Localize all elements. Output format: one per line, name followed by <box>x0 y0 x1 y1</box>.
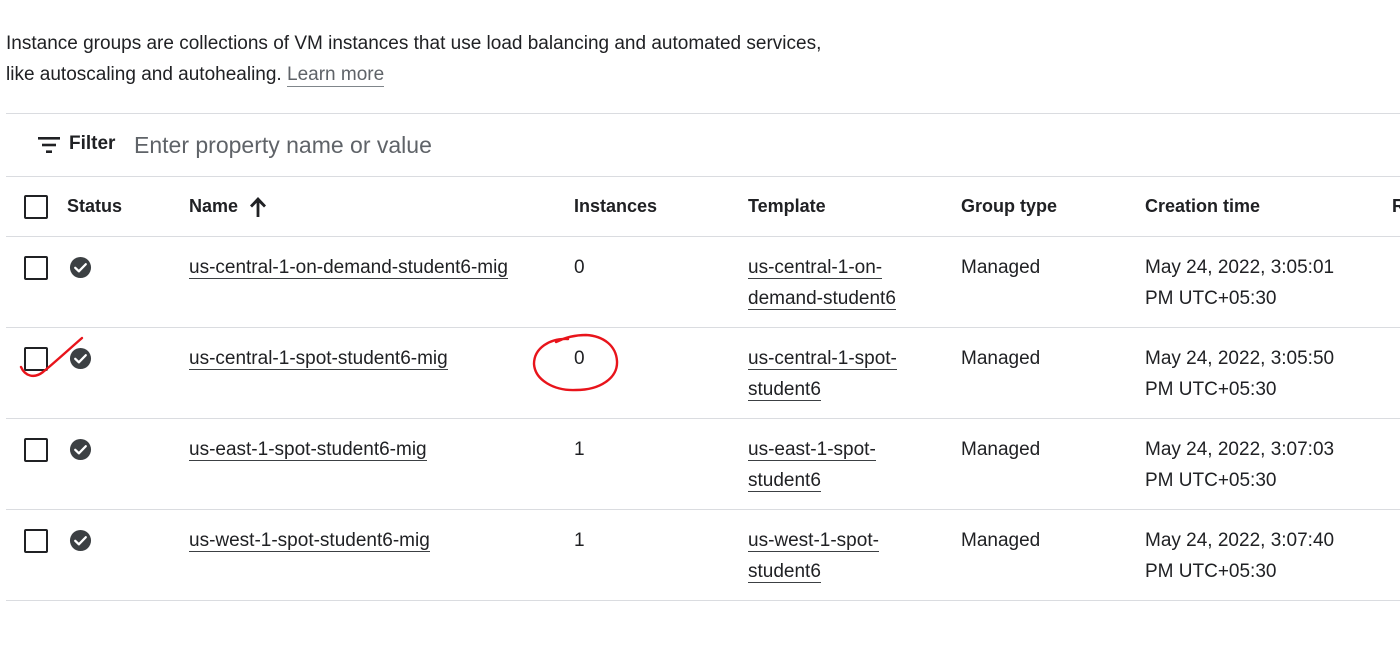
creation-time-time: PM UTC+05:30 <box>1145 288 1277 309</box>
table-row: us-central-1-on-demand-student6-mig 0 us… <box>6 237 1400 328</box>
column-header-name-label: Name <box>189 196 239 216</box>
check-circle-icon <box>69 347 92 370</box>
creation-time-time: PM UTC+05:30 <box>1145 379 1277 400</box>
group-type: Managed <box>961 257 1041 278</box>
table-header: Status Name Instances Template Group typ… <box>6 177 1400 237</box>
instances-count: 1 <box>574 439 585 460</box>
creation-time-date: May 24, 2022, 3:07:40 <box>1145 530 1335 551</box>
instance-group-name-link[interactable]: us-east-1-spot-student6-mig <box>189 439 427 461</box>
creation-time-time: PM UTC+05:30 <box>1145 470 1277 491</box>
template-link[interactable]: us-east-1-spot-student6 <box>748 439 876 492</box>
group-type: Managed <box>961 530 1041 551</box>
template-link-line: demand-student6 <box>748 288 896 309</box>
template-link-line: student6 <box>748 561 821 582</box>
row-checkbox[interactable] <box>24 347 48 371</box>
column-header-instances[interactable]: Instances <box>574 191 657 222</box>
template-link-line: student6 <box>748 379 821 400</box>
creation-time: May 24, 2022, 3:07:40 PM UTC+05:30 <box>1145 525 1365 587</box>
table-row: us-east-1-spot-student6-mig 1 us-east-1-… <box>6 419 1400 510</box>
creation-time-time: PM UTC+05:30 <box>1145 561 1277 582</box>
creation-time-date: May 24, 2022, 3:07:03 <box>1145 439 1335 460</box>
table-row: us-west-1-spot-student6-mig 1 us-west-1-… <box>6 510 1400 601</box>
creation-time: May 24, 2022, 3:07:03 PM UTC+05:30 <box>1145 434 1365 496</box>
filter-label[interactable]: Filter <box>69 133 115 155</box>
template-link[interactable]: us-central-1-spot-student6 <box>748 348 897 401</box>
table-row: us-central-1-spot-student6-mig 0 us-cent… <box>6 328 1400 419</box>
group-type: Managed <box>961 348 1041 369</box>
instances-count: 0 <box>574 348 585 369</box>
column-header-status[interactable]: Status <box>67 191 122 222</box>
instances-count: 1 <box>574 530 585 551</box>
check-circle-icon <box>69 529 92 552</box>
template-link[interactable]: us-central-1-on-demand-student6 <box>748 257 896 310</box>
instance-group-name-link[interactable]: us-central-1-on-demand-student6-mig <box>189 257 508 279</box>
check-circle-icon <box>69 256 92 279</box>
creation-time-date: May 24, 2022, 3:05:50 <box>1145 348 1335 369</box>
creation-time: May 24, 2022, 3:05:50 PM UTC+05:30 <box>1145 343 1365 405</box>
filter-input[interactable] <box>134 128 834 162</box>
template-link-line: us-west-1-spot- <box>748 530 879 551</box>
template-link-line: us-central-1-on- <box>748 257 883 278</box>
row-checkbox[interactable] <box>24 256 48 280</box>
instance-groups-table: Status Name Instances Template Group typ… <box>6 177 1400 601</box>
instance-group-name-link[interactable]: us-west-1-spot-student6-mig <box>189 530 430 552</box>
column-header-template[interactable]: Template <box>748 191 918 222</box>
column-header-group-type[interactable]: Group type <box>961 191 1057 222</box>
arrow-upward-icon[interactable] <box>248 195 268 219</box>
template-link-line: us-central-1-spot- <box>748 348 897 369</box>
filter-list-icon[interactable] <box>38 136 60 154</box>
column-header-creation-time[interactable]: Creation time <box>1145 191 1365 222</box>
template-link-line: us-east-1-spot- <box>748 439 876 460</box>
template-link[interactable]: us-west-1-spot-student6 <box>748 530 879 583</box>
group-type: Managed <box>961 439 1041 460</box>
template-link-line: student6 <box>748 470 821 491</box>
column-header-truncated: R <box>1392 196 1400 216</box>
creation-time: May 24, 2022, 3:05:01 PM UTC+05:30 <box>1145 252 1365 314</box>
row-checkbox[interactable] <box>24 438 48 462</box>
page-description: Instance groups are collections of VM in… <box>6 28 826 90</box>
column-header-name[interactable]: Name <box>189 191 268 222</box>
intro-text: Instance groups are collections of VM in… <box>6 33 822 85</box>
instance-group-name-link[interactable]: us-central-1-spot-student6-mig <box>189 348 448 370</box>
row-checkbox[interactable] <box>24 529 48 553</box>
creation-time-date: May 24, 2022, 3:05:01 <box>1145 257 1335 278</box>
instances-count: 0 <box>574 257 585 278</box>
select-all-checkbox[interactable] <box>24 195 48 219</box>
check-circle-icon <box>69 438 92 461</box>
learn-more-link[interactable]: Learn more <box>287 64 385 87</box>
filter-bar: Filter <box>6 114 1400 176</box>
